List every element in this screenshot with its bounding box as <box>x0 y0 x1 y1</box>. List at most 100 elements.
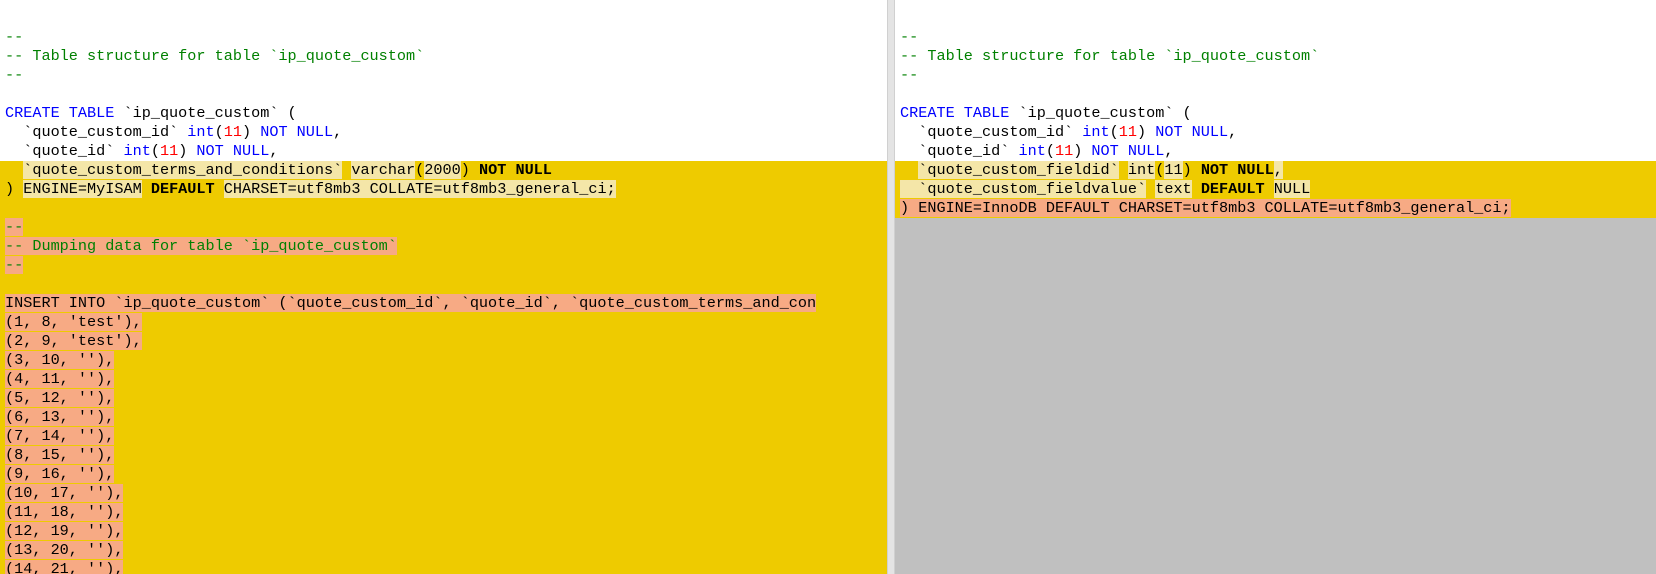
code-token: (4, 11, ''), <box>5 370 115 388</box>
code-token: `quote_custom_fieldid` <box>918 161 1119 179</box>
code-token: ( <box>150 142 160 160</box>
code-token: (8, 15, ''), <box>5 446 115 464</box>
missing-lines-fill <box>895 218 1656 574</box>
code-token: int <box>123 142 151 160</box>
code-token: -- <box>900 28 919 46</box>
diff-line-changed: (13, 20, ''), <box>0 541 887 560</box>
code-token: -- <box>900 66 919 84</box>
code-token: ( <box>415 161 425 179</box>
diff-line: `quote_custom_id` int(11) NOT NULL, <box>895 123 1656 142</box>
code-token: CHARSET=utf8mb3 COLLATE=utf8mb3_general_… <box>223 180 616 198</box>
diff-line <box>895 9 1656 28</box>
code-token: -- <box>5 218 24 236</box>
code-token: `ip_quote_custom` ( <box>114 104 297 122</box>
code-token: `quote_custom_id` <box>900 123 1083 141</box>
diff-line-changed: (7, 14, ''), <box>0 427 887 446</box>
code-token: (11, 18, ''), <box>5 503 124 521</box>
code-token: DEFAULT <box>1200 180 1265 198</box>
diff-line-changed: (8, 15, ''), <box>0 446 887 465</box>
code-token: INSERT INTO `ip_quote_custom` (`quote_cu… <box>5 294 817 312</box>
code-token: 11 <box>159 142 179 160</box>
diff-line <box>0 9 887 28</box>
left-diff-pane[interactable]: -- -------------------------------------… <box>0 0 887 574</box>
code-token: ) <box>178 142 197 160</box>
code-token: NOT NULL <box>1200 161 1274 179</box>
diff-line: -- Table structure for table `ip_quote_c… <box>895 47 1656 66</box>
code-token: (12, 19, ''), <box>5 522 124 540</box>
diff-line-changed: (3, 10, ''), <box>0 351 887 370</box>
diff-line-changed: ) ENGINE=MyISAM DEFAULT CHARSET=utf8mb3 … <box>0 180 887 199</box>
diff-line-changed: ) ENGINE=InnoDB DEFAULT CHARSET=utf8mb3 … <box>895 199 1656 218</box>
code-token: (5, 12, ''), <box>5 389 115 407</box>
code-token: NOT NULL <box>479 161 552 179</box>
code-token: -- <box>5 66 24 84</box>
diff-line: -- Table structure for table `ip_quote_c… <box>0 47 887 66</box>
code-token: ) <box>460 161 479 179</box>
diff-line: -- <box>895 28 1656 47</box>
code-token: , <box>1273 161 1283 179</box>
diff-line-changed: INSERT INTO `ip_quote_custom` (`quote_cu… <box>0 294 887 313</box>
diff-line-changed: (11, 18, ''), <box>0 503 887 522</box>
diff-line-changed: (1, 8, 'test'), <box>0 313 887 332</box>
diff-line-changed: -- <box>0 256 887 275</box>
code-token: ) <box>1073 142 1092 160</box>
code-token: (6, 13, ''), <box>5 408 115 426</box>
code-token: `quote_custom_id` <box>5 123 188 141</box>
diff-line <box>0 85 887 104</box>
diff-line: -- -------------------------------------… <box>895 0 1656 9</box>
code-token: 11 <box>1118 123 1137 141</box>
code-token: -- <box>5 28 24 46</box>
code-token: ) <box>5 180 24 198</box>
code-token: 11 <box>223 123 242 141</box>
diff-line-changed: `quote_custom_fieldvalue` text DEFAULT N… <box>895 180 1656 199</box>
code-token: `quote_id` <box>900 142 1019 160</box>
code-token: `quote_id` <box>5 142 124 160</box>
code-token: -- -------------------------------------… <box>5 0 552 8</box>
diff-line: -- <box>0 66 887 85</box>
code-token: `quote_custom_fieldvalue` <box>918 180 1147 198</box>
code-token: (9, 16, ''), <box>5 465 115 483</box>
code-token: (10, 17, ''), <box>5 484 124 502</box>
code-token: (14, 21, ''), <box>5 560 124 574</box>
code-token: (3, 10, ''), <box>5 351 115 369</box>
code-token: ENGINE=MyISAM <box>23 180 142 198</box>
code-token: -- Dumping data for table `ip_quote_cust… <box>5 237 397 255</box>
diff-line-changed: (9, 16, ''), <box>0 465 887 484</box>
code-token: DEFAULT <box>150 180 215 198</box>
code-token: ( <box>1109 123 1119 141</box>
diff-line-changed: `quote_custom_terms_and_conditions` varc… <box>0 161 887 180</box>
diff-line-changed: (12, 19, ''), <box>0 522 887 541</box>
diff-line: CREATE TABLE `ip_quote_custom` ( <box>895 104 1656 123</box>
code-token: (13, 20, ''), <box>5 541 124 559</box>
code-token: ) <box>241 123 261 141</box>
pane-splitter[interactable] <box>887 0 895 574</box>
diff-line-changed <box>0 199 887 218</box>
diff-line-changed: `quote_custom_fieldid` int(11) NOT NULL, <box>895 161 1656 180</box>
code-token: NULL <box>1273 180 1311 198</box>
code-token: `ip_quote_custom` ( <box>1009 104 1192 122</box>
diff-line-changed: (5, 12, ''), <box>0 389 887 408</box>
code-token: int <box>1127 161 1156 179</box>
code-token: ) <box>1136 123 1156 141</box>
code-token: ( <box>1045 142 1055 160</box>
code-token: ) ENGINE=InnoDB DEFAULT CHARSET=utf8mb3 … <box>900 199 1511 217</box>
code-token: int <box>187 123 215 141</box>
code-token: 11 <box>1164 161 1183 179</box>
code-token: ( <box>214 123 224 141</box>
code-token: ) <box>1182 161 1201 179</box>
code-token: 2000 <box>424 161 461 179</box>
right-diff-pane[interactable]: -- -------------------------------------… <box>895 0 1656 574</box>
diff-line: -- <box>895 66 1656 85</box>
diff-line-changed: (6, 13, ''), <box>0 408 887 427</box>
diff-line: CREATE TABLE `ip_quote_custom` ( <box>0 104 887 123</box>
code-token: CREATE TABLE <box>5 104 115 122</box>
diff-line: `quote_id` int(11) NOT NULL, <box>0 142 887 161</box>
diff-line <box>895 85 1656 104</box>
code-token: -- -------------------------------------… <box>900 0 1447 8</box>
diff-line: -- -------------------------------------… <box>0 0 887 9</box>
